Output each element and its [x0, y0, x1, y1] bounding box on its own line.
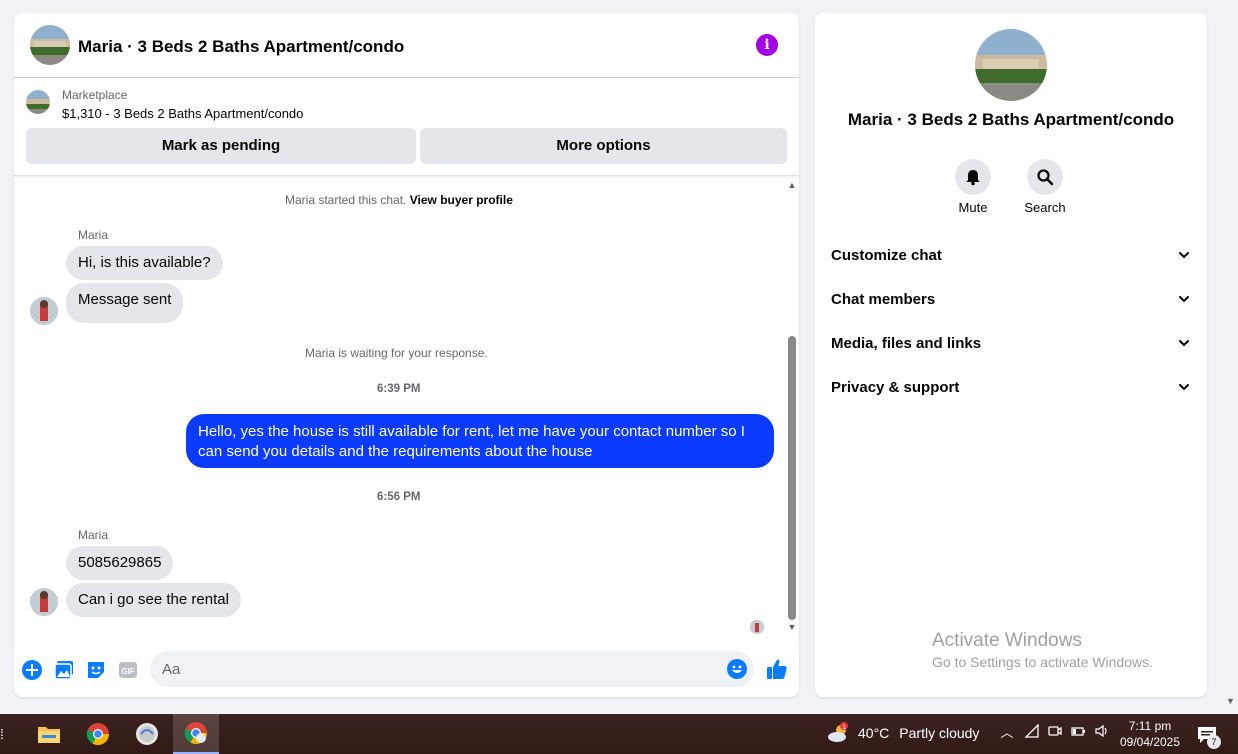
message-scrollbar[interactable]: ▲ ▼ — [785, 176, 799, 648]
bell-icon — [955, 159, 991, 195]
section-label: Privacy & support — [831, 378, 960, 396]
more-options-button[interactable]: More options — [420, 128, 787, 164]
folder-icon — [38, 727, 60, 743]
emoji-icon[interactable] — [726, 658, 748, 680]
marketplace-listing[interactable]: Marketplace $1,310 - 3 Beds 2 Baths Apar… — [14, 79, 799, 129]
incoming-message[interactable]: Hi, is this available? — [66, 246, 223, 280]
chevron-up-icon[interactable]: ︿ — [998, 724, 1016, 742]
incoming-message[interactable]: Can i go see the rental — [66, 583, 241, 617]
partly-cloudy-icon: 1 — [828, 722, 848, 742]
sender-name: Maria — [78, 228, 109, 242]
plus-icon[interactable] — [21, 659, 43, 681]
chat-info-panel: Maria · 3 Beds 2 Baths Apartment/condo M… — [815, 13, 1207, 697]
scroll-down-arrow-icon[interactable]: ▼ — [785, 622, 799, 632]
mute-label: Mute — [958, 200, 988, 215]
chrome-icon — [86, 723, 109, 745]
composer: GIF — [14, 647, 799, 697]
listing-price: $1,310 - 3 Beds 2 Baths Apartment/condo — [62, 106, 304, 121]
sender-avatar[interactable] — [30, 297, 58, 325]
search-button[interactable]: Search — [1009, 159, 1081, 215]
info-title: Maria · 3 Beds 2 Baths Apartment/condo — [847, 110, 1175, 129]
watermark-title: Activate Windows — [932, 630, 1082, 651]
app-icon — [136, 723, 158, 745]
wifi-icon[interactable] — [1023, 723, 1041, 742]
clock-date: 09/04/2025 — [1119, 735, 1181, 749]
message-list[interactable]: Maria started this chat. View buyer prof… — [14, 175, 799, 647]
chevron-down-icon — [1179, 252, 1189, 259]
section-privacy-support[interactable]: Privacy & support — [815, 367, 1207, 407]
section-label: Media, files and links — [831, 334, 982, 352]
outgoing-message[interactable]: Hello, yes the house is still available … — [186, 414, 774, 468]
incoming-message[interactable]: 5085629865 — [66, 546, 174, 580]
started-text: Maria started this chat. — [285, 193, 407, 207]
gif-icon[interactable]: GIF — [117, 659, 139, 681]
chat-header: Maria · 3 Beds 2 Baths Apartment/condo i — [14, 13, 799, 78]
marketplace-label: Marketplace — [62, 88, 128, 102]
timestamp: 6:39 PM — [377, 383, 421, 395]
sticker-icon[interactable] — [85, 659, 107, 681]
taskbar-chrome[interactable] — [75, 714, 121, 754]
section-label: Customize chat — [831, 246, 942, 264]
watermark-subtitle: Go to Settings to activate Windows. — [932, 654, 1153, 670]
camera-icon[interactable] — [1046, 724, 1064, 742]
waiting-notice: Maria is waiting for your response. — [305, 346, 488, 360]
listing-thumbnail — [26, 90, 50, 114]
message-input[interactable] — [150, 651, 754, 687]
scrollbar-thumb[interactable] — [788, 336, 796, 620]
search-icon — [1027, 159, 1063, 195]
temperature: 40°C — [858, 725, 890, 741]
sender-name: Maria — [78, 528, 109, 542]
info-icon[interactable]: i — [756, 34, 778, 56]
speaker-icon[interactable] — [1093, 724, 1111, 742]
battery-icon[interactable] — [1069, 724, 1087, 742]
listing-avatar[interactable] — [30, 25, 70, 65]
page-scrollbar[interactable]: ▼ — [1222, 0, 1238, 712]
thumbs-up-icon[interactable] — [765, 657, 789, 681]
chat-started-notice: Maria started this chat. View buyer prof… — [285, 193, 513, 207]
weather-widget[interactable]: 1 40°C Partly cloudy — [826, 722, 979, 744]
weather-condition: Partly cloudy — [899, 725, 980, 741]
section-media-files-links[interactable]: Media, files and links — [815, 323, 1207, 363]
incoming-message[interactable]: Message sent — [66, 283, 184, 323]
scroll-up-arrow-icon[interactable]: ▲ — [785, 180, 799, 190]
svg-text:GIF: GIF — [121, 667, 134, 676]
section-chat-members[interactable]: Chat members — [815, 279, 1207, 319]
read-receipt-avatar — [750, 620, 764, 634]
taskbar-app-profile[interactable] — [124, 714, 170, 754]
view-buyer-profile-link[interactable]: View buyer profile — [410, 193, 513, 207]
mute-button[interactable]: Mute — [937, 159, 1009, 215]
timestamp: 6:56 PM — [377, 491, 421, 503]
scroll-down-arrow-icon[interactable]: ▼ — [1226, 696, 1235, 706]
listing-avatar-large[interactable] — [975, 29, 1047, 101]
section-customize-chat[interactable]: Customize chat — [815, 235, 1207, 275]
clock-time: 7:11 pm — [1128, 719, 1172, 733]
chat-title: Maria · 3 Beds 2 Baths Apartment/condo — [78, 37, 405, 56]
chat-panel: Maria · 3 Beds 2 Baths Apartment/condo i… — [14, 13, 799, 697]
chevron-down-icon — [1179, 296, 1189, 303]
windows-taskbar: ⁞ 1 40°C Partly cloudy ︿ 7:11 pm 09/04/2… — [0, 714, 1238, 754]
system-clock[interactable]: 7:11 pm 09/04/2025 — [1118, 718, 1182, 750]
mark-as-pending-button[interactable]: Mark as pending — [26, 128, 416, 164]
search-label: Search — [1024, 200, 1066, 215]
taskbar-chrome-active[interactable] — [173, 714, 219, 754]
chevron-down-icon — [1179, 384, 1189, 391]
chrome-icon — [184, 722, 207, 744]
sender-avatar[interactable] — [30, 588, 58, 616]
chevron-down-icon — [1179, 340, 1189, 347]
section-label: Chat members — [831, 290, 936, 308]
activate-windows-watermark: Activate Windows Go to Settings to activ… — [932, 630, 1153, 670]
taskbar-file-explorer[interactable] — [26, 714, 72, 754]
photo-icon[interactable] — [53, 659, 75, 681]
notification-count-badge: 7 — [1207, 735, 1221, 749]
task-view-icon[interactable]: ⁞ — [0, 726, 8, 742]
